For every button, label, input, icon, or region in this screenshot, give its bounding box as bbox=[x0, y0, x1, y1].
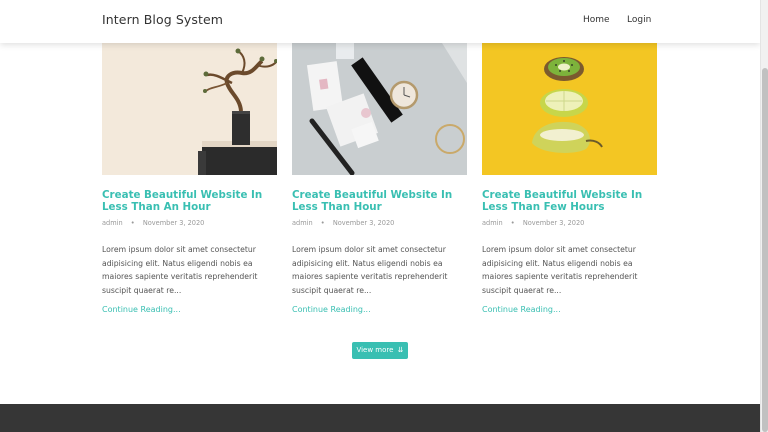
post-author: admin bbox=[292, 219, 313, 227]
post-thumbnail-bonsai[interactable] bbox=[102, 43, 277, 175]
post-date: November 3, 2020 bbox=[142, 219, 205, 227]
post-meta: admin • November 3, 2020 bbox=[292, 219, 467, 228]
continue-reading-link[interactable]: Continue Reading... bbox=[482, 305, 657, 314]
footer bbox=[0, 404, 760, 432]
nav-link-home[interactable]: Home bbox=[583, 15, 610, 25]
double-arrow-down-icon: ⇊ bbox=[397, 346, 404, 354]
brand-link[interactable]: Intern Blog System bbox=[102, 12, 223, 27]
page: Intern Blog System Home Login Create Bea… bbox=[0, 0, 760, 432]
stationery-image bbox=[292, 43, 467, 175]
view-more-label: View more bbox=[356, 346, 394, 354]
continue-reading-link[interactable]: Continue Reading... bbox=[292, 305, 467, 314]
post-card: Create Beautiful Website In Less Than An… bbox=[102, 43, 277, 314]
vertical-scrollbar[interactable] bbox=[760, 0, 768, 432]
post-date: November 3, 2020 bbox=[522, 219, 585, 227]
view-more-button[interactable]: View more ⇊ bbox=[352, 342, 408, 359]
post-author: admin bbox=[102, 219, 123, 227]
scrollbar-thumb[interactable] bbox=[762, 68, 768, 432]
post-date: November 3, 2020 bbox=[332, 219, 395, 227]
fruit-image bbox=[482, 43, 657, 175]
post-meta: admin • November 3, 2020 bbox=[482, 219, 657, 228]
post-excerpt: Lorem ipsum dolor sit amet consectetur a… bbox=[102, 245, 258, 295]
separator-dot-icon: • bbox=[130, 219, 135, 227]
nav-link-login[interactable]: Login bbox=[627, 15, 651, 25]
bonsai-image bbox=[102, 43, 277, 175]
post-excerpt: Lorem ipsum dolor sit amet consectetur a… bbox=[482, 245, 638, 295]
navbar: Intern Blog System Home Login bbox=[0, 0, 760, 43]
separator-dot-icon: • bbox=[320, 219, 325, 227]
post-excerpt: Lorem ipsum dolor sit amet consectetur a… bbox=[292, 245, 448, 295]
post-thumbnail-stationery[interactable] bbox=[292, 43, 467, 175]
post-card: Create Beautiful Website In Less Than Fe… bbox=[482, 43, 657, 314]
post-meta: admin • November 3, 2020 bbox=[102, 219, 277, 228]
post-title[interactable]: Create Beautiful Website In Less Than Fe… bbox=[482, 189, 657, 213]
post-thumbnail-fruit[interactable] bbox=[482, 43, 657, 175]
continue-reading-link[interactable]: Continue Reading... bbox=[102, 305, 277, 314]
post-title[interactable]: Create Beautiful Website In Less Than Ho… bbox=[292, 189, 467, 213]
post-card: Create Beautiful Website In Less Than Ho… bbox=[292, 43, 467, 314]
post-author: admin bbox=[482, 219, 503, 227]
post-title[interactable]: Create Beautiful Website In Less Than An… bbox=[102, 189, 277, 213]
separator-dot-icon: • bbox=[510, 219, 515, 227]
